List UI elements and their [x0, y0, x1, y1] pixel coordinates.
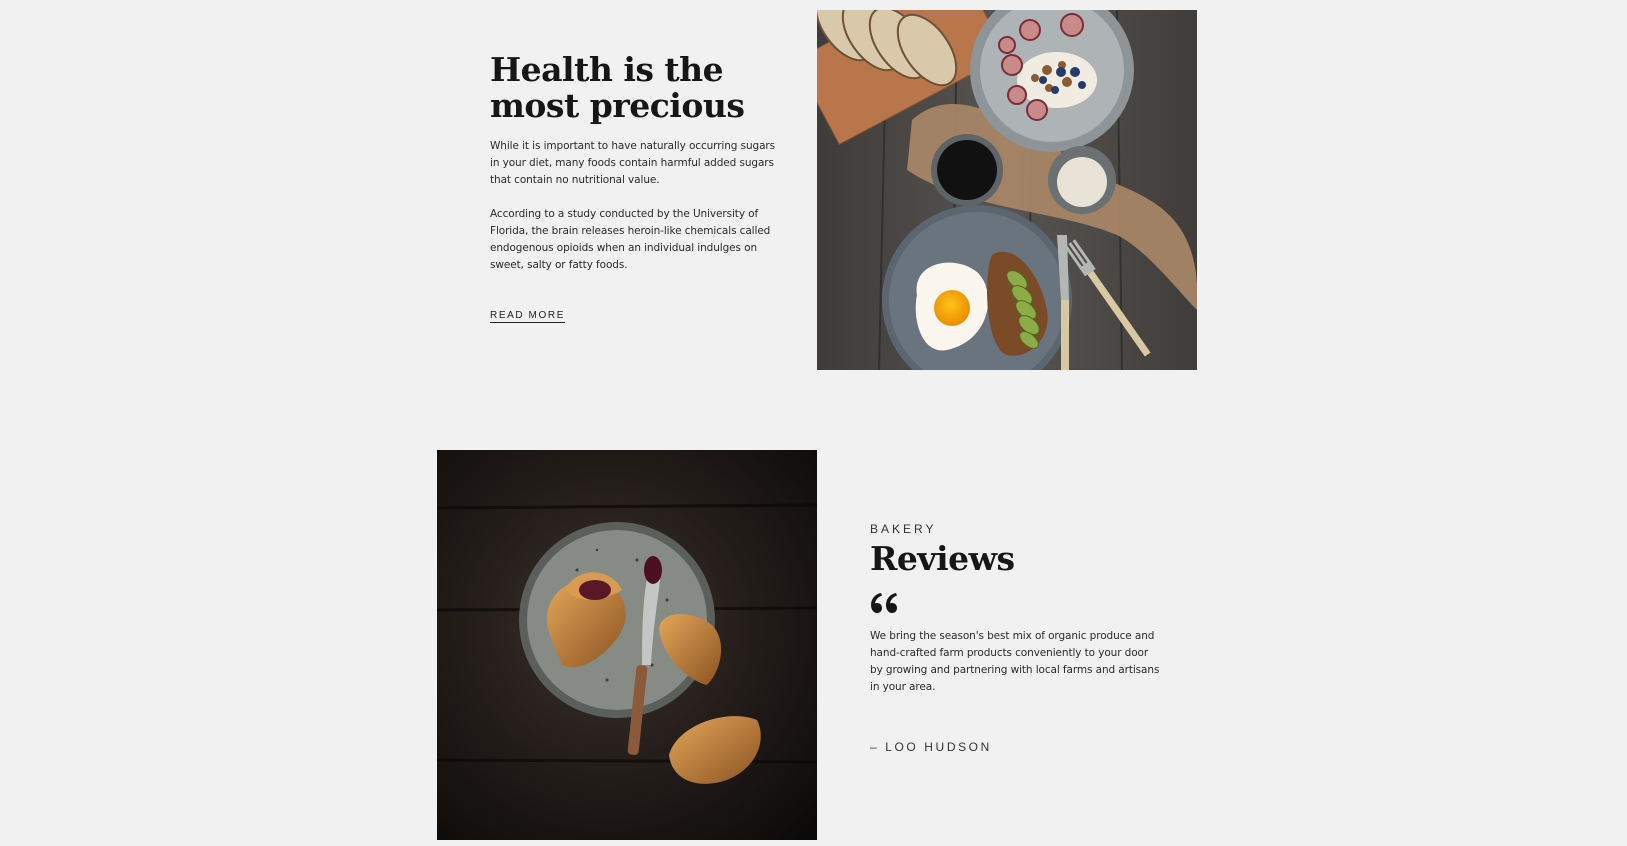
- croissant-photo: [437, 450, 817, 840]
- page: Health is the most precious While it is …: [0, 0, 1627, 846]
- review-quote: We bring the season's best mix of organi…: [870, 630, 1160, 693]
- health-paragraph-1: While it is important to have naturally …: [490, 140, 776, 186]
- reviews-section: BAKERY Reviews We bring the season's bes…: [870, 522, 1160, 754]
- croissant-photo-illustration: [437, 450, 817, 840]
- read-more-link[interactable]: READ MORE: [490, 310, 565, 323]
- review-author: – LOO HUDSON: [870, 740, 992, 754]
- reviews-eyebrow: BAKERY: [870, 522, 937, 536]
- health-section: Health is the most precious While it is …: [490, 52, 780, 323]
- health-paragraph-2: According to a study conducted by the Un…: [490, 208, 771, 271]
- reviews-title: Reviews: [870, 539, 1015, 578]
- quote-icon: [871, 593, 897, 613]
- breakfast-photo-illustration: [817, 10, 1197, 370]
- breakfast-photo: [817, 10, 1197, 370]
- health-title: Health is the most precious: [490, 50, 745, 125]
